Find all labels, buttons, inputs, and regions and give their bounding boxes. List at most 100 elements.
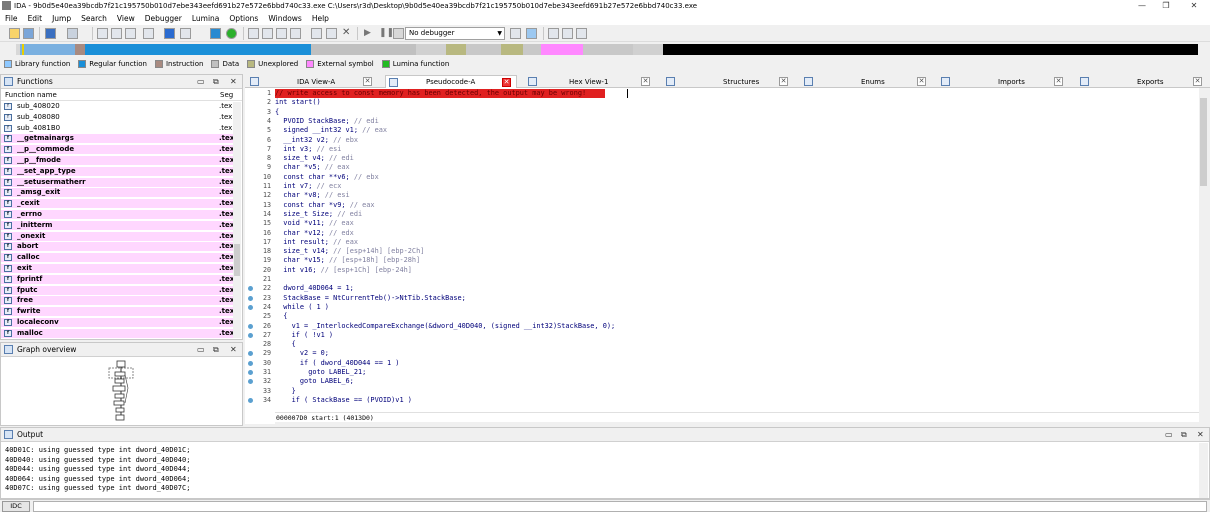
panel-float-icon[interactable]: ▭ (197, 345, 205, 354)
download-arrow-icon[interactable] (164, 28, 175, 39)
pseudocode-scrollbar[interactable] (1199, 88, 1208, 422)
menu-item-windows[interactable]: Windows (263, 14, 306, 23)
stop-icon[interactable] (393, 28, 404, 39)
panel-close-icon[interactable]: ✕ (230, 345, 237, 354)
functions-scrollbar[interactable] (233, 102, 241, 338)
scrollbar-thumb[interactable] (234, 244, 240, 276)
segment-icon[interactable] (111, 28, 122, 39)
scrollbar-thumb[interactable] (1200, 98, 1207, 186)
lumina-icon[interactable] (576, 28, 587, 39)
function-icon[interactable] (210, 28, 221, 39)
breakpoint-dot-icon[interactable] (248, 286, 253, 292)
menu-item-file[interactable]: File (0, 14, 23, 23)
function-row[interactable]: f _onexit .tex (1, 231, 234, 241)
panel-close-icon[interactable]: ✕ (230, 77, 237, 86)
function-row[interactable]: f free .tex (1, 296, 234, 306)
function-row[interactable]: f __p__commode .tex (1, 145, 234, 155)
segment-icon[interactable] (97, 28, 108, 39)
back-arrow-icon[interactable] (45, 28, 56, 39)
menu-item-options[interactable]: Options (224, 14, 263, 23)
panel-float-icon[interactable]: ▭ (197, 77, 205, 86)
save-icon[interactable] (23, 28, 34, 39)
patch-icon[interactable] (290, 28, 301, 39)
output-log[interactable]: 40D01C: using guessed type int dword_40D… (1, 443, 1199, 499)
function-row[interactable]: f exit .tex (1, 264, 234, 274)
tab-exports[interactable]: Exports ✕ (1077, 75, 1209, 88)
text-search-icon[interactable] (180, 28, 191, 39)
function-row[interactable]: f __getmainargs .tex (1, 134, 234, 144)
minimize-button[interactable]: — (1132, 0, 1152, 12)
tab-imports[interactable]: Imports ✕ (938, 75, 1070, 88)
patch-icon[interactable] (262, 28, 273, 39)
forward-arrow-icon[interactable] (67, 28, 78, 39)
function-row[interactable]: f _amsg_exit .tex (1, 188, 234, 198)
open-file-icon[interactable] (9, 28, 20, 39)
tab-ida-view-a[interactable]: IDA View-A ✕ (247, 75, 379, 88)
panel-float-icon[interactable]: ▭ (1165, 430, 1173, 439)
panel-detach-icon[interactable]: ⧉ (213, 345, 219, 355)
function-row[interactable]: f calloc .tex (1, 253, 234, 263)
maximize-button[interactable]: ❐ (1156, 0, 1176, 12)
tools-icon[interactable] (311, 28, 322, 39)
patch-icon[interactable] (276, 28, 287, 39)
tab-pseudocode-a[interactable]: Pseudocode-A ✕ (385, 75, 517, 88)
tab-close-icon[interactable]: ✕ (502, 77, 511, 87)
menu-item-lumina[interactable]: Lumina (187, 14, 225, 23)
function-row[interactable]: f __set_app_type .tex (1, 166, 234, 176)
menu-item-search[interactable]: Search (76, 14, 112, 23)
function-row[interactable]: f fprintf .tex (1, 274, 234, 284)
segment-icon[interactable] (125, 28, 136, 39)
navigation-band[interactable] (16, 44, 1198, 55)
tab-close-icon[interactable]: ✕ (1193, 77, 1202, 86)
tab-close-icon[interactable]: ✕ (363, 77, 372, 86)
close-window-button[interactable]: ✕ (1184, 0, 1204, 12)
output-scrollbar[interactable] (1199, 443, 1208, 498)
breakpoint-dot-icon[interactable] (248, 295, 253, 301)
function-row[interactable]: f sub_408020 .tex (1, 102, 233, 111)
tools-icon[interactable] (326, 28, 337, 39)
breakpoint-dot-icon[interactable] (248, 397, 253, 403)
breakpoint-dot-icon[interactable] (248, 332, 253, 338)
function-row[interactable]: f abort .tex (1, 242, 234, 252)
play-icon[interactable]: ▶ (364, 28, 375, 39)
tab-structures[interactable]: Structures ✕ (663, 75, 795, 88)
tab-close-icon[interactable]: ✕ (917, 77, 926, 86)
tab-close-icon[interactable]: ✕ (779, 77, 788, 86)
lumina-icon[interactable] (548, 28, 559, 39)
column-function-name[interactable]: Function name (5, 91, 57, 99)
function-row[interactable]: f fputc .tex (1, 285, 234, 295)
pause-icon[interactable]: ❚❚ (379, 28, 394, 39)
function-row[interactable]: f _cexit .tex (1, 199, 234, 209)
function-row[interactable]: f sub_408080 .tex (1, 113, 233, 122)
menu-item-debugger[interactable]: Debugger (140, 14, 187, 23)
run-icon[interactable] (226, 28, 237, 39)
tab-hex-view-1[interactable]: Hex View-1 ✕ (525, 75, 657, 88)
column-segment[interactable]: Seg (220, 91, 233, 99)
breakpoint-dot-icon[interactable] (248, 379, 253, 385)
breakpoint-dot-icon[interactable] (248, 323, 253, 329)
graph-minimap[interactable] (1, 358, 242, 426)
search-icon[interactable] (143, 28, 154, 39)
idc-language-button[interactable]: IDC (2, 501, 30, 512)
menu-item-edit[interactable]: Edit (23, 14, 48, 23)
function-row[interactable]: f __setusermatherr .tex (1, 177, 234, 187)
breakpoint-dot-icon[interactable] (248, 370, 253, 375)
breakpoint-dot-icon[interactable] (248, 304, 253, 310)
debugger-select[interactable]: No debugger ▼ (405, 27, 505, 40)
function-row[interactable]: f __p__fmode .tex (1, 156, 234, 166)
panel-close-icon[interactable]: ✕ (1197, 430, 1204, 439)
function-row[interactable]: f sub_4081B0 .tex (1, 124, 233, 133)
function-row[interactable]: f _initterm .tex (1, 220, 234, 230)
tab-close-icon[interactable]: ✕ (1054, 77, 1063, 86)
menu-item-view[interactable]: View (112, 14, 140, 23)
pseudocode-view[interactable]: // write access to const memory has been… (275, 88, 1199, 412)
function-row[interactable]: f localeconv .tex (1, 318, 234, 328)
patch-icon[interactable] (248, 28, 259, 39)
cross-icon[interactable]: ✕ (342, 28, 353, 39)
lumina-icon[interactable] (562, 28, 573, 39)
breakpoint-dot-icon[interactable] (248, 360, 253, 366)
panel-detach-icon[interactable]: ⧉ (213, 77, 219, 87)
breakpoint-dot-icon[interactable] (248, 351, 253, 357)
menu-item-jump[interactable]: Jump (47, 14, 76, 23)
tab-close-icon[interactable]: ✕ (641, 77, 650, 86)
